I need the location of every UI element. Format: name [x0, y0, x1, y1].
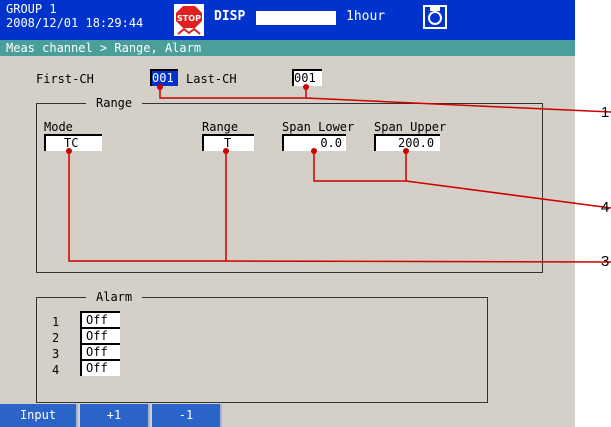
- alarm-field-3[interactable]: Off: [80, 343, 120, 360]
- span-lower-field[interactable]: 0.0: [282, 134, 346, 151]
- span-upper-value: 200.0: [398, 136, 435, 150]
- mode-field[interactable]: TC: [44, 134, 102, 151]
- datetime: 2008/12/01 18:29:44: [6, 16, 144, 30]
- softkey-input[interactable]: Input: [0, 404, 78, 427]
- mode-value: TC: [64, 136, 79, 150]
- alarm-num-4: 4: [52, 363, 60, 377]
- span-upper-field[interactable]: 200.0: [374, 134, 440, 151]
- span-lower-value: 0.0: [320, 136, 342, 150]
- alarm-field-4[interactable]: Off: [80, 359, 120, 376]
- alarm-field-1[interactable]: Off: [80, 311, 120, 328]
- softkey-bar: Input +1 -1: [0, 404, 575, 427]
- status-bar: GROUP 1 2008/12/01 18:29:44 STOP DISP 1h…: [0, 0, 575, 40]
- stop-icon: STOP: [174, 4, 204, 36]
- alarm-field-2[interactable]: Off: [80, 327, 120, 344]
- first-ch-field[interactable]: 001: [150, 69, 178, 86]
- range-value: T: [224, 136, 232, 150]
- range-group-title: Range: [86, 96, 143, 110]
- first-ch-label: First-CH: [36, 72, 94, 86]
- range-label: Range: [202, 120, 239, 134]
- display-mode-label: DISP: [214, 9, 246, 24]
- last-ch-label: Last-CH: [186, 72, 237, 86]
- span-upper-label: Span Upper: [374, 120, 447, 134]
- breadcrumb: Meas channel > Range, Alarm: [0, 40, 575, 56]
- span-lower-label: Span Lower: [282, 120, 355, 134]
- callout-number-3: 3: [601, 253, 610, 270]
- alarm-num-3: 3: [52, 347, 60, 361]
- group-name: GROUP 1: [6, 2, 57, 16]
- alarm-num-1: 1: [52, 315, 60, 329]
- softkey-minus1[interactable]: -1: [152, 404, 222, 427]
- svg-text:STOP: STOP: [177, 14, 201, 23]
- recorder-screen: GROUP 1 2008/12/01 18:29:44 STOP DISP 1h…: [0, 0, 575, 427]
- last-ch-field[interactable]: 001: [292, 69, 322, 86]
- disk-icon: [423, 5, 447, 29]
- range-field[interactable]: T: [202, 134, 254, 151]
- memory-bar: [256, 11, 336, 25]
- mode-label: Mode: [44, 120, 73, 134]
- callout-number-1: 1: [601, 104, 610, 121]
- alarm-num-2: 2: [52, 331, 60, 345]
- alarm-group-title: Alarm: [86, 290, 143, 304]
- softkey-plus1[interactable]: +1: [80, 404, 150, 427]
- interval-label: 1hour: [346, 9, 386, 24]
- group-datetime: GROUP 1 2008/12/01 18:29:44: [6, 2, 143, 30]
- callout-number-4: 4: [601, 199, 610, 216]
